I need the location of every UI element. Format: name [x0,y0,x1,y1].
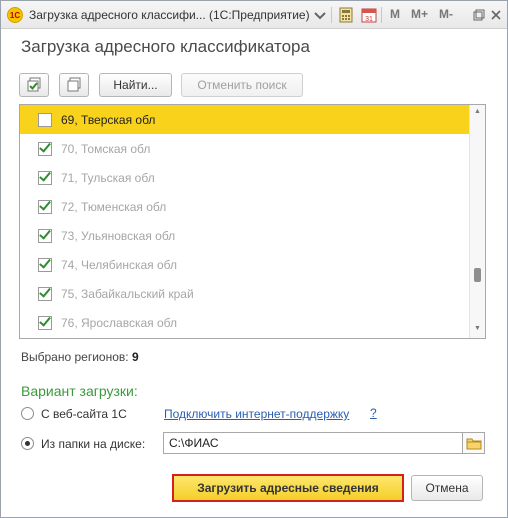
region-checkbox[interactable] [38,139,52,156]
toolbar-separator [381,7,382,23]
find-button[interactable]: Найти... [99,73,172,97]
selected-count-value: 9 [131,350,139,364]
region-label: 74, Челябинская обл [61,257,178,272]
cancel-search-button[interactable]: Отменить поиск [181,73,303,97]
region-checkbox[interactable] [38,313,52,330]
checkmark-icon [39,226,51,240]
checkmark-icon [39,313,51,327]
load-address-data-button[interactable]: Загрузить адресные сведения [172,474,404,502]
regions-list[interactable]: 69, Тверская обл 70, Томская обл 71, Тул… [19,104,486,339]
calendar-icon[interactable]: 31 [361,7,377,23]
region-checkbox[interactable] [38,226,52,243]
connect-support-link[interactable]: Подключить интернет-поддержку [164,407,349,421]
page-title: Загрузка адресного классификатора [21,37,310,56]
dialog-window: 1С Загрузка адресного классифи... (1С:Пр… [0,0,508,518]
checkmark-icon [39,284,51,298]
checkmark-icon [39,255,51,269]
list-item[interactable]: 74, Челябинская обл [20,250,470,279]
region-checkbox[interactable] [38,197,52,214]
folder-icon [466,438,481,450]
scroll-thumb[interactable] [474,268,481,282]
restore-icon[interactable] [471,7,487,23]
region-checkbox[interactable] [38,255,52,272]
scroll-up-icon[interactable]: ▲ [474,108,481,115]
region-checkbox[interactable] [38,112,52,127]
svg-text:31: 31 [365,16,373,23]
selected-count-label: Выбрано регионов: [21,350,129,364]
radio-selected-dot [25,441,30,446]
app-logo-icon[interactable]: 1С [7,7,23,23]
scroll-down-icon[interactable]: ▼ [474,325,481,332]
folder-path-input[interactable]: C:\ФИАС [163,432,463,454]
memory-button[interactable]: M [390,7,400,21]
radio-folder-label[interactable]: Из папки на диске: [41,437,145,451]
region-label: 72, Тюменская обл [61,199,167,214]
list-item[interactable]: 73, Ульяновская обл [20,221,470,250]
list-item[interactable]: 75, Забайкальский край [20,279,470,308]
region-label: 76, Ярославская обл [61,315,177,330]
bookmark-icon[interactable] [312,7,328,23]
browse-folder-button[interactable] [463,432,485,454]
check-all-icon [27,77,41,92]
memory-plus-button[interactable]: M+ [411,7,428,21]
radio-folder[interactable] [21,437,34,450]
region-label: 71, Тульская обл [61,170,155,185]
uncheck-all-icon [67,77,81,92]
region-label: 73, Ульяновская обл [61,228,176,243]
selected-count: Выбрано регионов: 9 [21,350,139,364]
radio-web-label[interactable]: С веб-сайта 1С [41,407,127,421]
calculator-icon[interactable] [338,7,354,23]
list-item[interactable]: 70, Томская обл [20,134,470,163]
list-item[interactable]: 72, Тюменская обл [20,192,470,221]
list-scrollbar[interactable]: ▲ ▼ [469,105,485,338]
checkmark-icon [39,168,51,182]
load-variant-title: Вариант загрузки: [21,383,138,399]
uncheck-all-button[interactable] [59,73,89,97]
check-all-button[interactable] [19,73,49,97]
region-label: 75, Забайкальский край [61,286,194,301]
checkmark-icon [39,139,51,153]
region-label: 70, Томская обл [61,141,151,156]
cancel-button[interactable]: Отмена [411,475,483,501]
help-link[interactable]: ? [370,406,377,420]
checkmark-icon [39,197,51,211]
region-checkbox[interactable] [38,284,52,301]
close-icon[interactable] [488,7,504,23]
toolbar-separator [331,7,332,23]
region-checkbox[interactable] [38,168,52,185]
list-item[interactable]: 71, Тульская обл [20,163,470,192]
radio-web[interactable] [21,407,34,420]
list-item[interactable]: 69, Тверская обл [20,105,470,134]
list-item[interactable]: 76, Ярославская обл [20,308,470,337]
title-bar[interactable]: 1С Загрузка адресного классифи... (1С:Пр… [1,1,507,29]
region-label: 69, Тверская обл [61,112,156,127]
memory-minus-button[interactable]: M- [439,7,453,21]
window-title: Загрузка адресного классифи... (1С:Предп… [29,8,310,22]
